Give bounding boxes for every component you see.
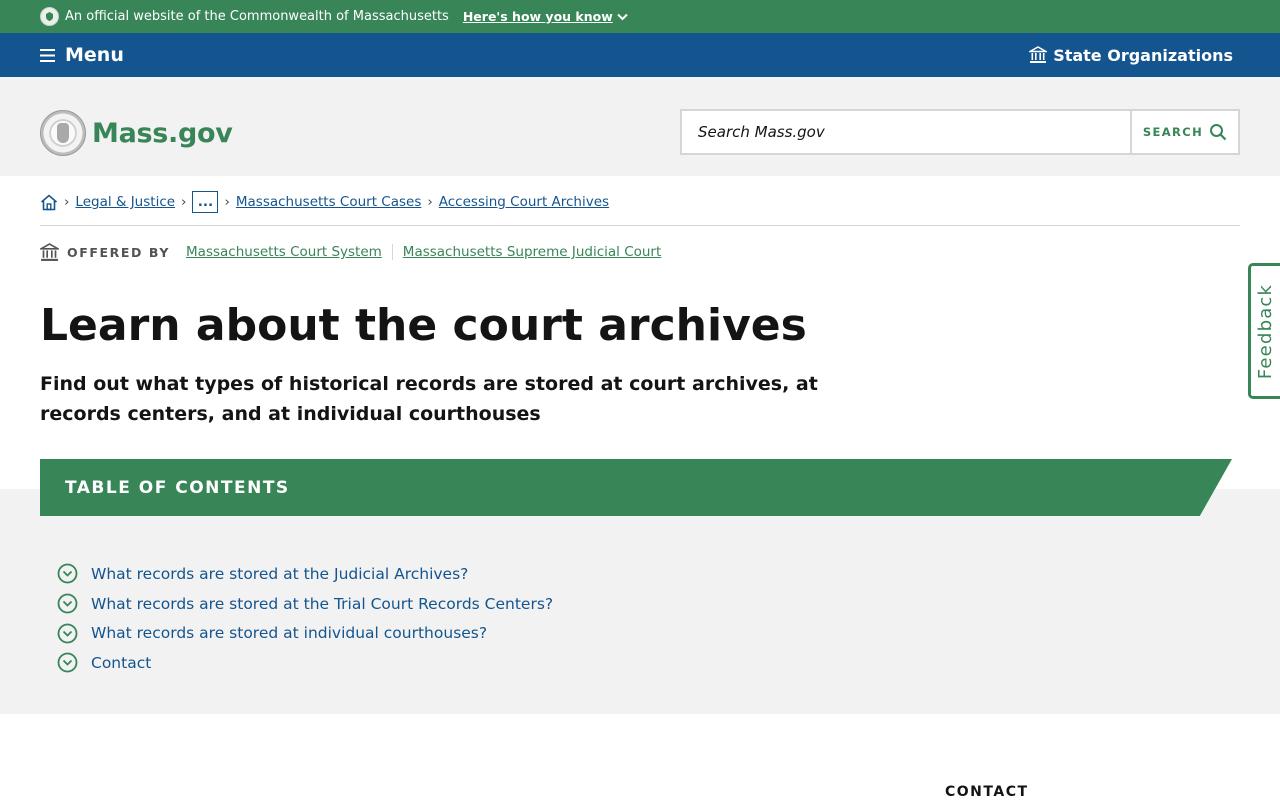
toc-heading: TABLE OF CONTENTS — [65, 477, 290, 498]
search-form: SEARCH — [680, 109, 1240, 155]
brand-name: Mass.gov — [92, 117, 233, 149]
site-header: Mass.gov SEARCH — [0, 77, 1280, 176]
feedback-label: Feedback — [1255, 283, 1277, 379]
official-banner-text: An official website of the Commonwealth … — [65, 9, 449, 24]
building-icon — [40, 242, 59, 261]
toc-item[interactable]: What records are stored at the Judicial … — [57, 559, 553, 589]
feedback-tab[interactable]: Feedback — [1248, 263, 1280, 399]
divider — [40, 225, 1240, 226]
offered-by-sjc-link[interactable]: Massachusetts Supreme Judicial Court — [403, 244, 661, 260]
official-banner: An official website of the Commonwealth … — [0, 0, 1280, 33]
hamburger-icon — [40, 48, 55, 62]
offered-by-court-system-link[interactable]: Massachusetts Court System — [186, 244, 382, 260]
contact-heading: CONTACT — [945, 784, 1029, 800]
chevron-circle-down-icon — [57, 623, 78, 644]
toc-item[interactable]: What records are stored at the Trial Cou… — [57, 589, 553, 619]
search-button[interactable]: SEARCH — [1130, 111, 1238, 153]
menu-button[interactable]: Menu — [40, 44, 124, 66]
offered-by: OFFERED BY Massachusetts Court System Ma… — [40, 242, 661, 262]
breadcrumb-expand-button[interactable]: ... — [192, 191, 219, 213]
chevron-right-icon: › — [64, 194, 70, 210]
breadcrumb-accessing-archives[interactable]: Accessing Court Archives — [439, 194, 609, 210]
breadcrumb-legal-justice[interactable]: Legal & Justice — [75, 194, 175, 210]
toc-link-records-centers[interactable]: What records are stored at the Trial Cou… — [91, 595, 553, 613]
how-you-know-button[interactable]: Here's how you know — [463, 9, 628, 24]
toc-link-contact[interactable]: Contact — [91, 654, 151, 672]
top-nav-bar: Menu State Organizations — [0, 33, 1280, 77]
chevron-right-icon: › — [224, 194, 230, 210]
how-you-know-label: Here's how you know — [462, 9, 613, 24]
toc-item[interactable]: Contact — [57, 648, 553, 678]
seal-icon — [40, 7, 59, 26]
chevron-circle-down-icon — [57, 652, 78, 673]
page-title: Learn about the court archives — [40, 300, 807, 351]
search-input[interactable] — [682, 111, 1130, 153]
offered-by-label: OFFERED BY — [67, 244, 171, 260]
search-button-label: SEARCH — [1142, 125, 1204, 139]
state-organizations-button[interactable]: State Organizations — [1029, 46, 1233, 65]
chevron-down-icon — [617, 13, 628, 20]
toc-header: TABLE OF CONTENTS — [40, 459, 1232, 516]
separator — [391, 244, 393, 260]
mass-gov-logo[interactable]: Mass.gov — [40, 110, 233, 156]
state-organizations-label: State Organizations — [1053, 45, 1233, 65]
page-lede: Find out what types of historical record… — [40, 373, 818, 425]
chevron-right-icon: › — [427, 194, 433, 210]
menu-label: Menu — [65, 44, 124, 66]
chevron-circle-down-icon — [57, 593, 78, 614]
toc-list: What records are stored at the Judicial … — [57, 559, 553, 678]
home-icon[interactable] — [40, 193, 58, 211]
building-icon — [1029, 46, 1048, 63]
chevron-circle-down-icon — [57, 563, 78, 584]
breadcrumb-court-cases[interactable]: Massachusetts Court Cases — [236, 194, 422, 210]
chevron-right-icon: › — [181, 194, 187, 210]
search-icon — [1210, 124, 1227, 141]
toc-item[interactable]: What records are stored at individual co… — [57, 618, 553, 648]
toc-link-courthouses[interactable]: What records are stored at individual co… — [91, 624, 487, 642]
state-seal-icon — [40, 110, 86, 156]
toc-link-judicial-archives[interactable]: What records are stored at the Judicial … — [91, 565, 468, 583]
breadcrumb: › Legal & Justice › ... › Massachusetts … — [40, 191, 609, 213]
